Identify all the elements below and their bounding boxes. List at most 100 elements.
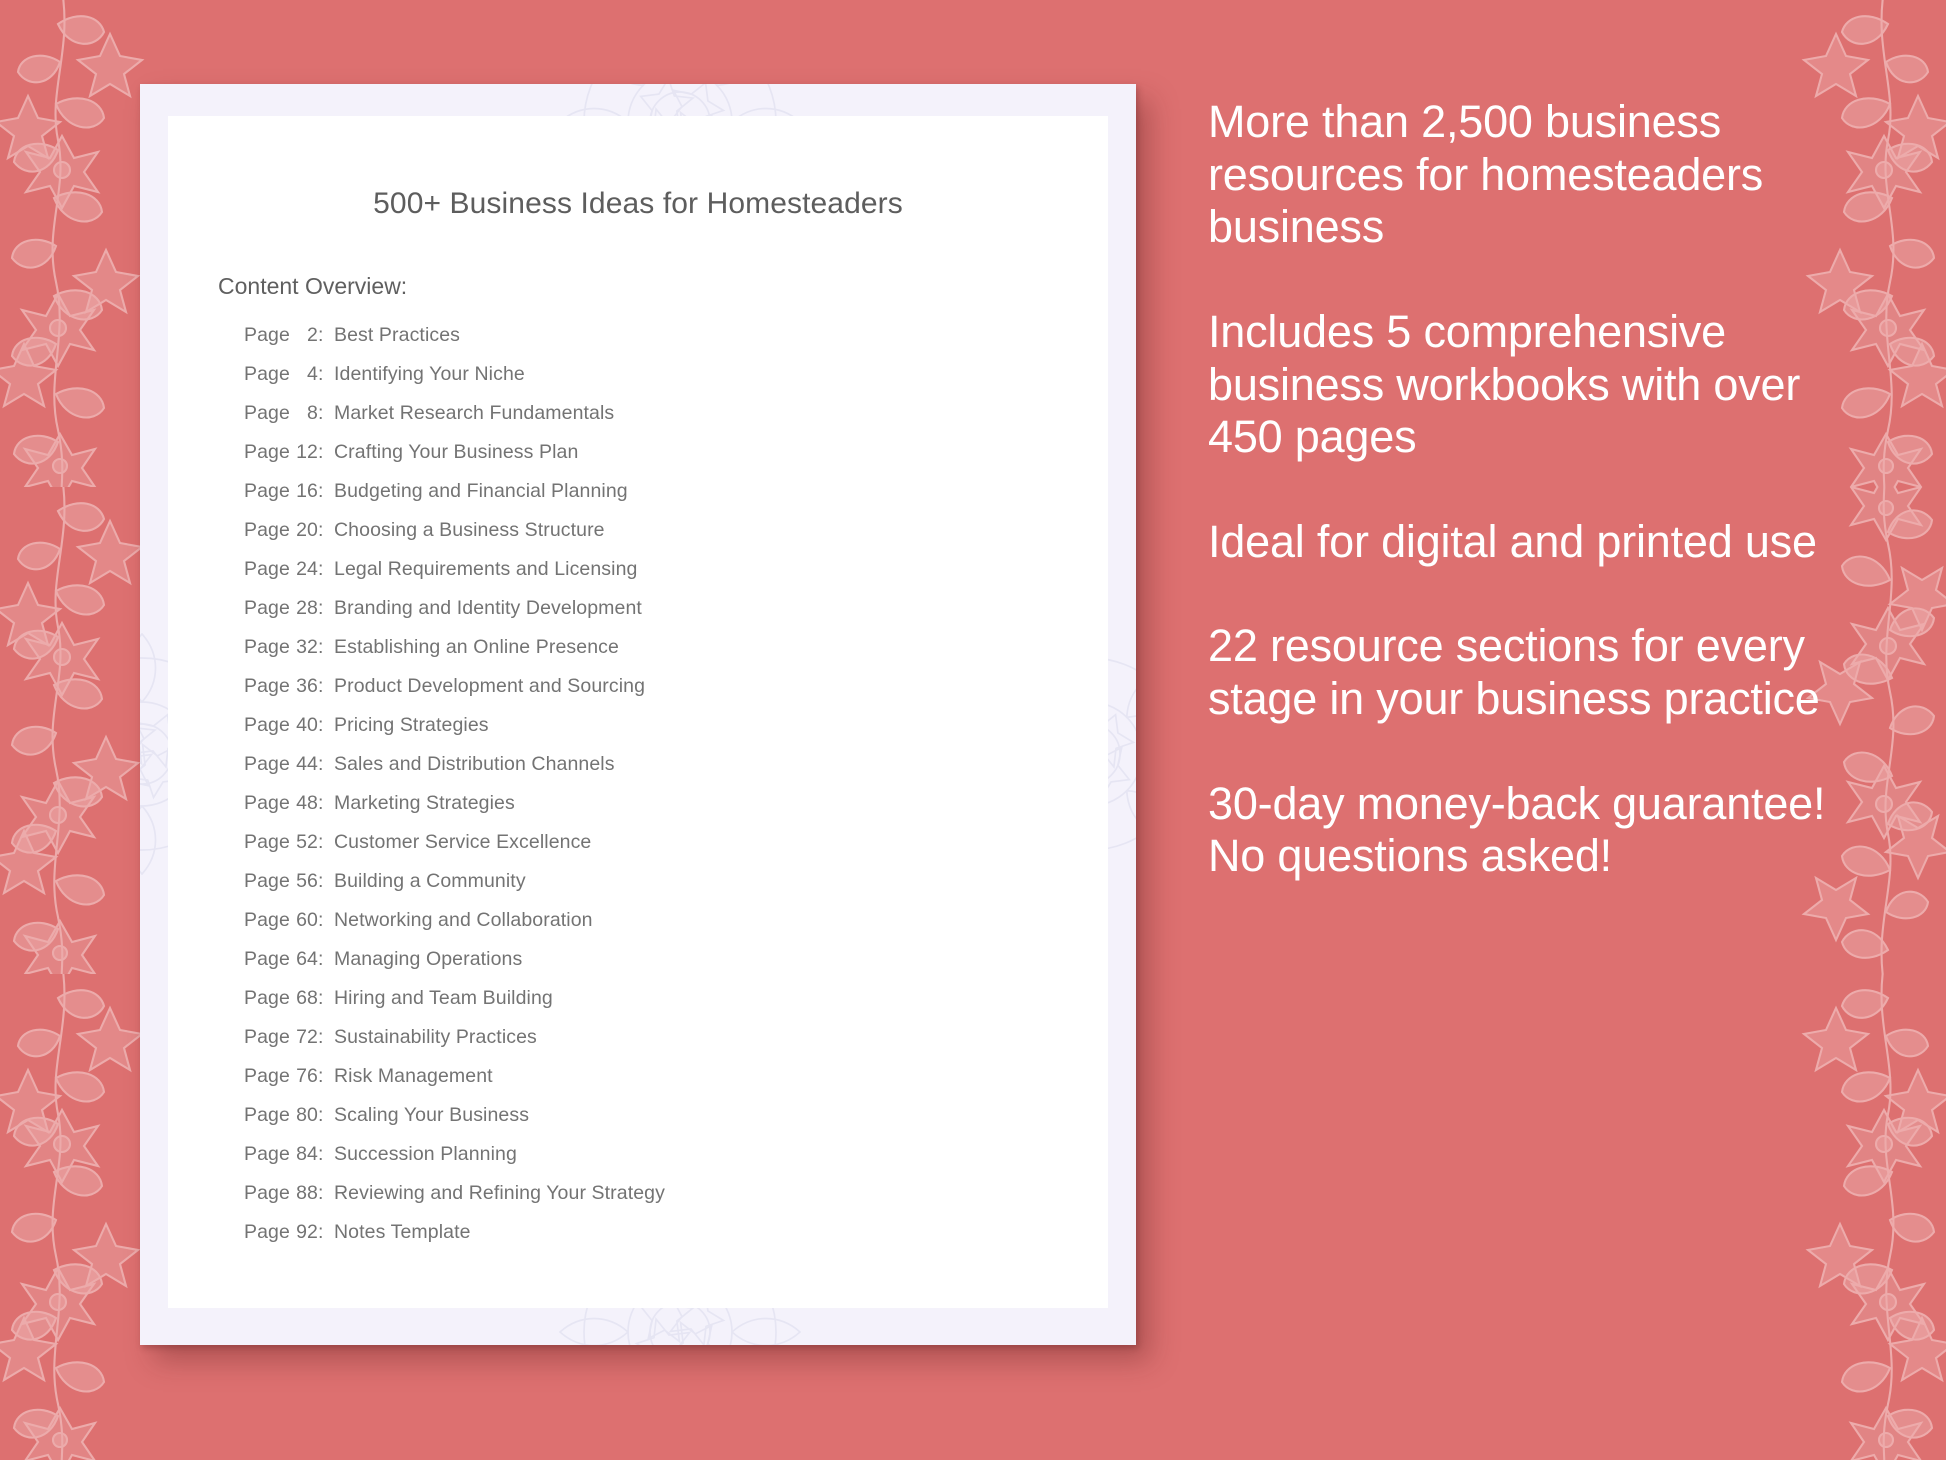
toc-entry-title: Legal Requirements and Licensing [334, 557, 638, 580]
toc-entry-title: Succession Planning [334, 1142, 517, 1165]
toc-row: Page 20: Choosing a Business Structure [244, 519, 1108, 558]
toc-entry-title: Building a Community [334, 869, 526, 892]
toc-colon: : [318, 908, 324, 931]
toc-page-word: Page [244, 869, 290, 892]
toc-entry-title: Reviewing and Refining Your Strategy [334, 1181, 665, 1204]
toc-page-number: 72 [296, 1025, 318, 1048]
toc-row: Page 8: Market Research Fundamentals [244, 402, 1108, 441]
floral-vine-icon [0, 0, 145, 487]
toc-row: Page 72: Sustainability Practices [244, 1026, 1108, 1065]
toc-row: Page 80: Scaling Your Business [244, 1104, 1108, 1143]
toc-page-word: Page [244, 635, 290, 658]
toc-colon: : [318, 1064, 324, 1087]
toc-row: Page 44: Sales and Distribution Channels [244, 753, 1108, 792]
toc-colon: : [318, 869, 324, 892]
toc-entry-title: Managing Operations [334, 947, 523, 970]
toc-entry-title: Product Development and Sourcing [334, 674, 646, 697]
toc-page-number: 24 [296, 557, 318, 580]
floral-vine-icon [1801, 974, 1946, 1460]
document-card[interactable]: 500+ Business Ideas for Homesteaders Con… [140, 84, 1136, 1345]
toc-page-number: 64 [296, 947, 318, 970]
toc-page-number: 52 [296, 830, 318, 853]
toc-page-word: Page [244, 752, 290, 775]
toc-page-number: 36 [296, 674, 318, 697]
toc-colon: : [318, 323, 324, 346]
toc-entry-title: Notes Template [334, 1220, 471, 1243]
toc-colon: : [318, 1103, 324, 1126]
toc-colon: : [318, 947, 324, 970]
toc-row: Page 52: Customer Service Excellence [244, 831, 1108, 870]
toc-page-number: 20 [296, 518, 318, 541]
toc-page-word: Page [244, 830, 290, 853]
toc-page-word: Page [244, 713, 290, 736]
toc-row: Page 36: Product Development and Sourcing [244, 675, 1108, 714]
toc-page-word: Page [244, 596, 290, 619]
toc-page-word: Page [244, 557, 290, 580]
toc-page-number: 2 [307, 323, 318, 346]
marketing-paragraph: Ideal for digital and printed use [1208, 515, 1817, 567]
toc-entry-title: Choosing a Business Structure [334, 518, 605, 541]
toc-page-word: Page [244, 1181, 290, 1204]
toc-entry-title: Sustainability Practices [334, 1025, 537, 1048]
toc-page-word: Page [244, 1064, 290, 1087]
page-title: 500+ Business Ideas for Homesteaders [373, 187, 903, 220]
toc-page-number: 76 [296, 1064, 318, 1087]
marketing-paragraph: More than 2,500 business resources for h… [1208, 96, 1764, 253]
toc-row: Page 2: Best Practices [244, 324, 1108, 363]
toc-colon: : [318, 635, 324, 658]
toc-entry-title: Crafting Your Business Plan [334, 440, 579, 463]
toc-row: Page 76: Risk Management [244, 1065, 1108, 1104]
toc-page-word: Page [244, 1142, 290, 1165]
marketing-paragraph: 22 resource sections for every stage in … [1208, 620, 1820, 725]
toc-row: Page 40: Pricing Strategies [244, 714, 1108, 753]
toc-colon: : [318, 1025, 324, 1048]
toc-page-word: Page [244, 323, 290, 346]
toc-entry-title: Sales and Distribution Channels [334, 752, 615, 775]
toc-page-number: 4 [307, 362, 318, 385]
toc-page-word: Page [244, 1103, 290, 1126]
toc-colon: : [318, 986, 324, 1009]
toc-page-number: 12 [296, 440, 318, 463]
toc-row: Page 24: Legal Requirements and Licensing [244, 558, 1108, 597]
floral-border-left [0, 0, 150, 1460]
toc-entry-title: Best Practices [334, 323, 461, 346]
toc-colon: : [318, 479, 324, 502]
toc-entry-title: Customer Service Excellence [334, 830, 592, 853]
toc-page-number: 68 [296, 986, 318, 1009]
toc-colon: : [318, 401, 324, 424]
toc-colon: : [318, 1220, 324, 1243]
toc-row: Page 60: Networking and Collaboration [244, 909, 1108, 948]
toc-row: Page 84: Succession Planning [244, 1143, 1108, 1182]
toc-entry-title: Pricing Strategies [334, 713, 489, 736]
toc-page-word: Page [244, 1025, 290, 1048]
floral-vine-icon [0, 974, 145, 1460]
toc-colon: : [318, 518, 324, 541]
toc-page-word: Page [244, 362, 290, 385]
document-page: 500+ Business Ideas for Homesteaders Con… [168, 116, 1108, 1308]
toc-entry-title: Marketing Strategies [334, 791, 515, 814]
toc-page-number: 80 [296, 1103, 318, 1126]
toc-row: Page 28: Branding and Identity Development [244, 597, 1108, 636]
toc-page-number: 32 [296, 635, 318, 658]
toc-page-number: 44 [296, 752, 318, 775]
toc-entry-title: Risk Management [334, 1064, 493, 1087]
toc-colon: : [318, 752, 324, 775]
toc-page-word: Page [244, 479, 290, 502]
toc-page-number: 40 [296, 713, 318, 736]
toc-colon: : [318, 791, 324, 814]
toc-entry-title: Networking and Collaboration [334, 908, 593, 931]
toc-page-number: 16 [296, 479, 318, 502]
toc-colon: : [318, 830, 324, 853]
marketing-paragraph: Includes 5 comprehensive business workbo… [1208, 305, 1801, 463]
toc-row: Page 12: Crafting Your Business Plan [244, 441, 1108, 480]
toc-page-word: Page [244, 440, 290, 463]
toc-entry-title: Establishing an Online Presence [334, 635, 619, 658]
toc-row: Page 56: Building a Community [244, 870, 1108, 909]
toc-entry-title: Hiring and Team Building [334, 986, 553, 1009]
toc-page-word: Page [244, 674, 290, 697]
toc-page-number: 8 [307, 401, 318, 424]
toc-row: Page 92: Notes Template [244, 1221, 1108, 1260]
toc-page-word: Page [244, 1220, 290, 1243]
toc-page-word: Page [244, 947, 290, 970]
toc-entry-title: Branding and Identity Development [334, 596, 642, 619]
